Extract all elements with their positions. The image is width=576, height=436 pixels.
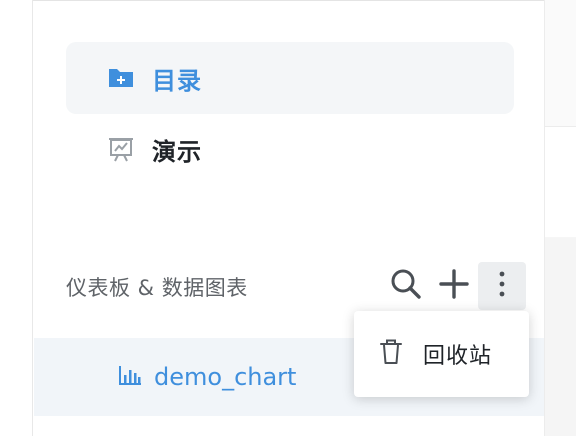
- section-actions: [382, 262, 526, 310]
- menu-item-label: 回收站: [423, 344, 493, 369]
- presentation-icon: [106, 134, 136, 164]
- app-page: 目录 演示 仪表板 & 数据图表 demo_chart 回收站: [0, 0, 576, 436]
- right-panel-top: [545, 0, 576, 127]
- nav-item-label: 演示: [152, 137, 202, 166]
- more-button[interactable]: [478, 262, 526, 310]
- plus-icon: [438, 268, 470, 304]
- section-title: 仪表板 & 数据图表: [66, 276, 248, 300]
- nav-item-presentation[interactable]: 演示: [66, 113, 514, 185]
- left-gutter: [0, 0, 33, 436]
- bar-chart-icon: [118, 364, 142, 390]
- nav-item-catalog[interactable]: 目录: [66, 42, 514, 114]
- folder-plus-icon: [106, 63, 136, 93]
- tree-item-label: demo_chart: [154, 363, 297, 391]
- search-button[interactable]: [382, 262, 430, 310]
- search-icon: [389, 267, 423, 305]
- right-panel: [545, 0, 576, 436]
- add-button[interactable]: [430, 262, 478, 310]
- right-panel-bottom: [545, 238, 576, 436]
- trash-icon: [379, 339, 403, 369]
- tree-item-demo-chart[interactable]: demo_chart: [118, 360, 296, 394]
- menu-item-recycle-bin[interactable]: 回收站: [354, 333, 529, 375]
- more-vertical-icon: [497, 269, 507, 303]
- right-panel-mid: [545, 127, 576, 237]
- nav-item-label: 目录: [152, 66, 202, 95]
- top-divider: [0, 0, 576, 1]
- more-dropdown-menu: 回收站: [354, 311, 529, 397]
- section-header: 仪表板 & 数据图表: [66, 262, 536, 312]
